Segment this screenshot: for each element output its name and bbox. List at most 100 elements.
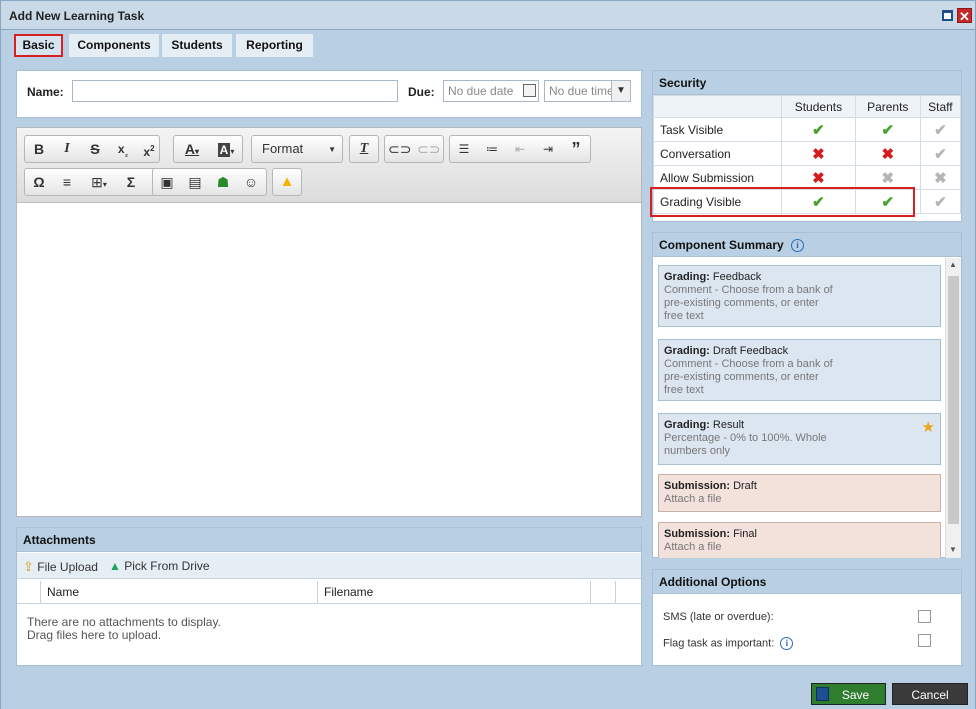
security-row-label: Task Visible <box>653 117 782 142</box>
file-upload-button[interactable]: ⇪ File Upload <box>23 559 98 575</box>
image-icon[interactable]: ▣ <box>156 172 178 192</box>
card-name: Draft <box>733 480 757 492</box>
card-desc: pre-existing comments, or enter <box>664 371 819 383</box>
security-header-row: Students Parents Staff <box>653 95 962 118</box>
component-card[interactable]: Submission: Final Attach a file <box>658 522 941 558</box>
card-desc: Percentage - 0% to 100%. Whole <box>664 432 827 444</box>
clear-format-icon[interactable]: T <box>353 139 375 159</box>
toolbar-group-basic: B I S x₂ x2 <box>24 135 160 163</box>
tab-reporting[interactable]: Reporting <box>236 34 313 57</box>
save-icon <box>816 687 829 701</box>
scrollbar-thumb[interactable] <box>948 276 959 524</box>
outdent-icon[interactable]: ⇤ <box>509 139 531 159</box>
save-button[interactable]: Save <box>811 683 886 705</box>
attachments-header: Name Filename <box>17 581 641 604</box>
card-desc: Comment - Choose from a bank of <box>664 358 833 370</box>
star-icon[interactable]: ★ <box>922 420 935 435</box>
italic-icon[interactable]: I <box>56 139 78 159</box>
card-name: Final <box>733 528 757 540</box>
name-input[interactable] <box>72 80 398 102</box>
maximize-icon[interactable] <box>942 10 953 21</box>
rich-text-editor: B I S x₂ x2 A▾ A ▾ Format ▼ T ⊂⊃ ⊂⊃ ☰ ≔ ⇤… <box>16 127 642 517</box>
omega-icon[interactable]: Ω <box>28 172 50 192</box>
column-filename[interactable]: Filename <box>318 581 591 603</box>
tab-basic[interactable]: Basic <box>14 34 63 57</box>
check-icon[interactable]: ✔ <box>781 117 856 142</box>
security-row-label: Allow Submission <box>653 165 782 190</box>
sms-label: SMS (late or overdue): <box>663 611 774 623</box>
component-card[interactable]: Submission: Draft Attach a file <box>658 474 941 512</box>
horizontal-rule-icon[interactable]: ≡ <box>56 172 78 192</box>
toolbar-group-lists: ☰ ≔ ⇤ ⇥ ” <box>449 135 591 163</box>
check-icon[interactable]: ✔ <box>854 117 921 142</box>
toolbar-group-clear: T <box>349 135 379 163</box>
due-time-select[interactable]: No due time ▼ <box>544 80 631 102</box>
component-card[interactable]: Grading: Feedback Comment - Choose from … <box>658 265 941 327</box>
tab-students[interactable]: Students <box>162 34 232 57</box>
cross-icon[interactable]: ✖ <box>854 141 921 166</box>
check-disabled-icon: ✔ <box>919 189 962 214</box>
cross-icon[interactable]: ✖ <box>781 165 856 190</box>
video-icon[interactable]: ▤ <box>184 172 206 192</box>
google-drive-icon: ▲ <box>109 559 121 573</box>
component-card[interactable]: Grading: Draft Feedback Comment - Choose… <box>658 339 941 401</box>
component-summary-header: Component Summary i <box>653 233 961 257</box>
column-name[interactable]: Name <box>41 581 318 603</box>
name-label: Name: <box>27 85 64 99</box>
unlink-icon[interactable]: ⊂⊃ <box>417 139 440 159</box>
emoji-icon[interactable]: ☺ <box>240 172 262 192</box>
table-icon[interactable]: ⊞▾ <box>84 172 114 192</box>
subscript-icon[interactable]: x₂ <box>112 139 134 159</box>
due-date-placeholder: No due date <box>448 84 514 98</box>
info-icon[interactable]: i <box>780 637 794 650</box>
card-name: Result <box>712 419 745 431</box>
highlight-box <box>650 187 915 217</box>
picture-icon[interactable]: ☗ <box>212 172 234 192</box>
card-desc: free text <box>664 310 704 322</box>
link-icon[interactable]: ⊂⊃ <box>388 139 411 159</box>
cross-disabled-icon: ✖ <box>854 165 921 190</box>
strikethrough-icon[interactable]: S <box>84 139 106 159</box>
column-extra <box>591 581 616 603</box>
editor-content-area[interactable] <box>17 204 641 516</box>
sms-checkbox[interactable] <box>918 610 931 623</box>
background-color-icon[interactable]: A ▾ <box>212 139 240 159</box>
indent-icon[interactable]: ⇥ <box>537 139 559 159</box>
close-icon[interactable]: ✕ <box>957 8 972 24</box>
google-drive-icon[interactable]: ▲ <box>276 172 298 192</box>
tab-components[interactable]: Components <box>69 34 159 57</box>
bullet-list-icon[interactable]: ≔ <box>481 139 503 159</box>
security-row-allow-submission: Allow Submission ✖ ✖ ✖ <box>653 165 962 190</box>
toolbar-group-insert: Ω ≡ ⊞▾ Σ <box>24 168 164 196</box>
numbered-list-icon[interactable]: ☰ <box>453 139 475 159</box>
flag-important-checkbox[interactable] <box>918 634 931 647</box>
card-type: Grading: <box>664 271 710 283</box>
security-row-task-visible: Task Visible ✔ ✔ ✔ <box>653 117 962 142</box>
attachments-title: Attachments <box>17 528 641 552</box>
toolbar-group-link: ⊂⊃ ⊂⊃ <box>384 135 444 163</box>
cross-icon[interactable]: ✖ <box>781 141 856 166</box>
component-summary-panel: Component Summary i Grading: Feedback Co… <box>652 232 962 558</box>
additional-options-title: Additional Options <box>653 570 961 594</box>
bold-icon[interactable]: B <box>28 139 50 159</box>
attachments-panel: Attachments ⇪ File Upload ▲ Pick From Dr… <box>16 527 642 666</box>
format-dropdown[interactable]: Format ▼ <box>251 135 343 163</box>
info-icon[interactable]: i <box>791 239 805 253</box>
card-type: Grading: <box>664 345 710 357</box>
security-row-label: Conversation <box>653 141 782 166</box>
calendar-icon[interactable] <box>523 84 536 97</box>
scrollbar[interactable]: ▲ ▼ <box>945 258 961 558</box>
column-students: Students <box>781 95 856 118</box>
due-date-input[interactable]: No due date <box>443 80 539 102</box>
scroll-down-icon[interactable]: ▼ <box>949 545 957 554</box>
scroll-up-icon[interactable]: ▲ <box>949 260 957 269</box>
chevron-down-icon[interactable]: ▼ <box>611 81 630 101</box>
blockquote-icon[interactable]: ” <box>565 139 587 159</box>
pick-from-drive-button[interactable]: ▲ Pick From Drive <box>109 559 210 573</box>
text-color-icon[interactable]: A▾ <box>178 139 206 159</box>
component-card[interactable]: Grading: Result Percentage - 0% to 100%.… <box>658 413 941 465</box>
due-time-placeholder: No due time <box>549 84 614 98</box>
superscript-icon[interactable]: x2 <box>138 139 160 159</box>
sigma-icon[interactable]: Σ <box>120 172 142 192</box>
cancel-button[interactable]: Cancel <box>892 683 968 705</box>
